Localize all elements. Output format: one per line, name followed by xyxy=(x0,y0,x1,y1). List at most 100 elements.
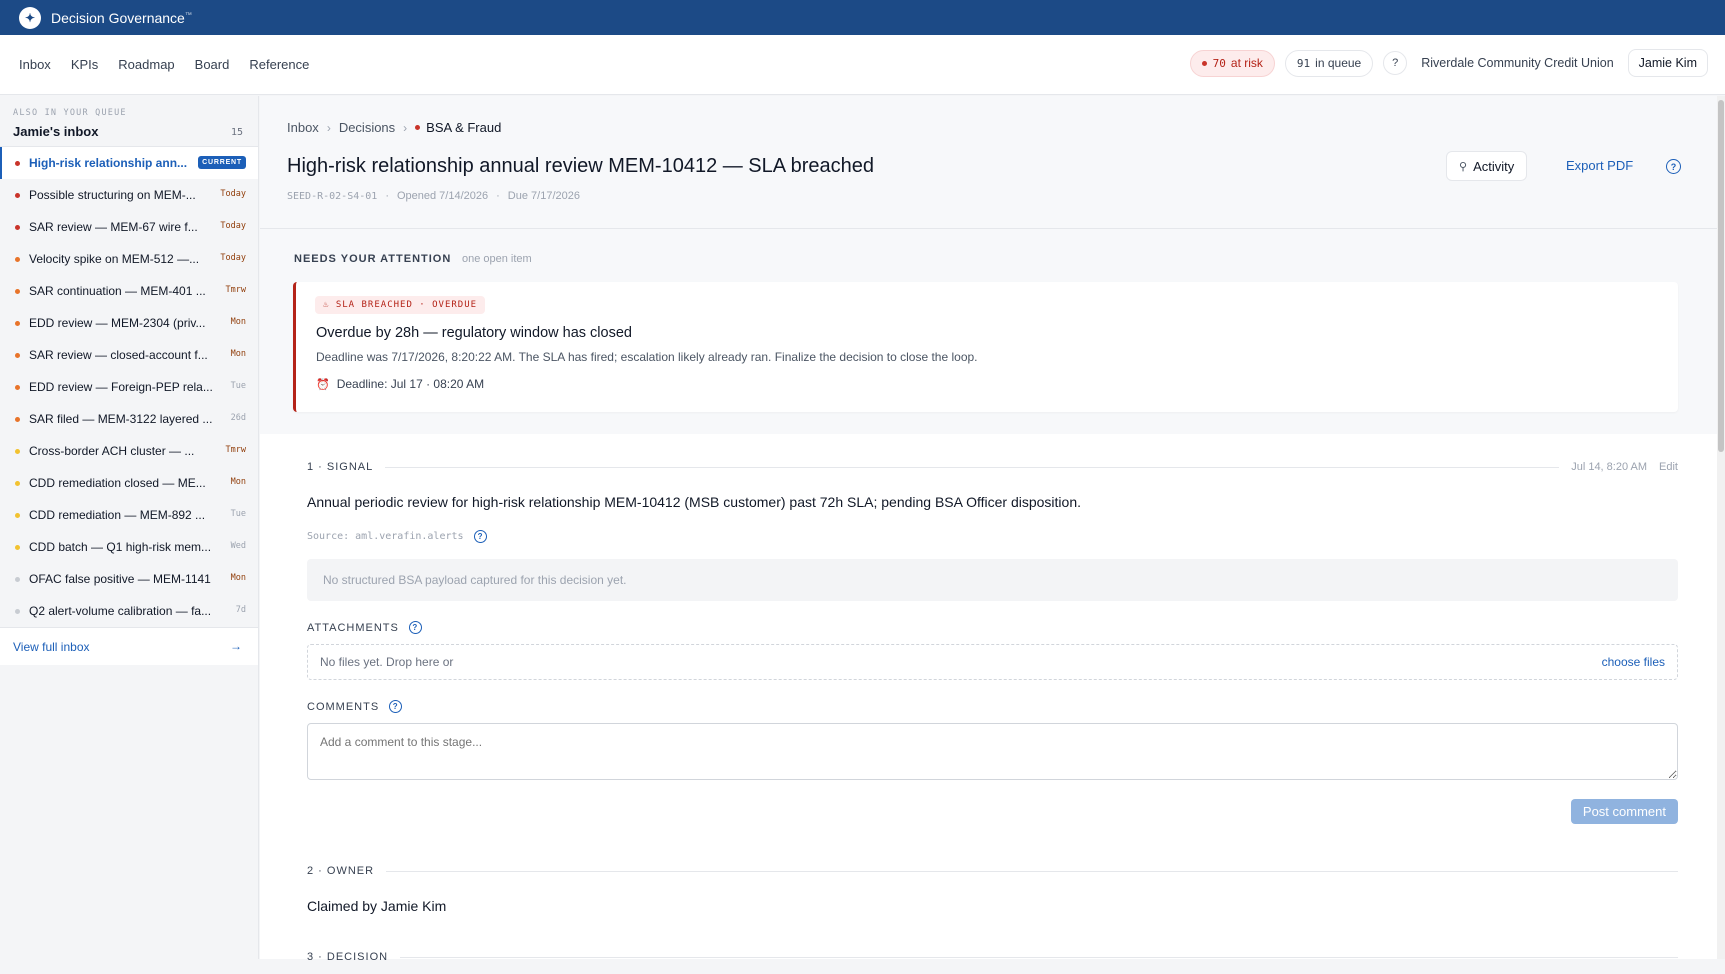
sidebar-queue-item[interactable]: SAR filed — MEM-3122 layered ... 26d xyxy=(0,403,258,435)
sidebar-item-label: High-risk relationship ann... xyxy=(29,156,188,170)
org-name[interactable]: Riverdale Community Credit Union xyxy=(1421,56,1613,70)
priority-dot-icon xyxy=(15,353,20,358)
priority-dot-icon xyxy=(15,193,20,198)
comment-input[interactable] xyxy=(307,723,1678,780)
sidebar-queue-item[interactable]: SAR review — closed-account f... Mon xyxy=(0,339,258,371)
nav-link-roadmap[interactable]: Roadmap xyxy=(118,57,174,72)
priority-dot-icon xyxy=(15,513,20,518)
activity-icon: ⚲ xyxy=(1459,160,1468,173)
risk-count: 70 xyxy=(1212,56,1226,70)
main-panel: Inbox › Decisions › BSA & Fraud High-ris… xyxy=(260,96,1725,963)
due-label: Mon xyxy=(230,349,246,359)
priority-dot-icon xyxy=(15,545,20,550)
signal-timestamp: Jul 14, 8:20 AM xyxy=(1571,461,1648,473)
sidebar-queue-item[interactable]: Cross-border ACH cluster — ... Tmrw xyxy=(0,435,258,467)
nav-link-inbox[interactable]: Inbox xyxy=(19,57,51,72)
signal-edit-button[interactable]: Edit xyxy=(1659,461,1678,473)
help-circle-icon[interactable]: ? xyxy=(1666,159,1681,174)
divider xyxy=(386,870,1678,872)
sidebar-queue-item[interactable]: EDD review — MEM-2304 (priv... Mon xyxy=(0,307,258,339)
meta-separator: · xyxy=(496,190,500,202)
comments-heading: COMMENTS ? xyxy=(307,700,1678,713)
sidebar-queue-item[interactable]: EDD review — Foreign-PEP rela... Tue xyxy=(0,371,258,403)
sla-breached-badge: ♨ SLA BREACHED · OVERDUE xyxy=(315,296,486,314)
signal-stage-label: 1 · SIGNAL xyxy=(307,461,374,473)
due-label: Mon xyxy=(230,317,246,327)
app-title[interactable]: Decision Governance™ xyxy=(51,10,192,26)
queue-pill[interactable]: 91 in queue xyxy=(1284,49,1374,77)
at-risk-pill[interactable]: 70 at risk xyxy=(1189,49,1275,77)
priority-dot-icon xyxy=(15,481,20,486)
due-label: Wed xyxy=(230,541,246,551)
dropzone-text: No files yet. Drop here or xyxy=(320,655,454,669)
sidebar-item-label: SAR filed — MEM-3122 layered ... xyxy=(29,412,213,426)
sidebar-item-label: Possible structuring on MEM-... xyxy=(29,188,196,202)
sidebar-queue-item[interactable]: SAR continuation — MEM-401 ... Tmrw xyxy=(0,275,258,307)
compass-icon[interactable]: ✦ xyxy=(19,6,41,29)
attachments-dropzone[interactable]: No files yet. Drop here or choose files xyxy=(307,644,1678,680)
activity-button[interactable]: ⚲ Activity xyxy=(1446,151,1528,181)
sidebar-queue-item[interactable]: Possible structuring on MEM-... Today xyxy=(0,179,258,211)
breadcrumb-separator: › xyxy=(326,120,331,135)
post-comment-button[interactable]: Post comment xyxy=(1570,799,1678,824)
nav-link-board[interactable]: Board xyxy=(195,57,230,72)
sidebar-queue-item[interactable]: CDD remediation — MEM-892 ... Tue xyxy=(0,499,258,531)
opened-date: Opened 7/14/2026 xyxy=(396,190,489,202)
view-full-inbox-link[interactable]: View full inbox → xyxy=(0,627,258,665)
sidebar-list: High-risk relationship ann... CURRENT Poss… xyxy=(0,146,258,627)
owner-text: Claimed by Jamie Kim xyxy=(307,898,447,914)
due-label: Tmrw xyxy=(225,445,246,455)
decision-code: SEED-R-02-S4-01 xyxy=(287,190,378,202)
due-label: Today xyxy=(220,189,246,199)
flame-icon: ♨ xyxy=(323,300,330,310)
risk-label: at risk xyxy=(1230,56,1263,70)
nav-link-reference[interactable]: Reference xyxy=(249,57,309,72)
due-label: Tue xyxy=(230,509,246,519)
sidebar-item-label: Q2 alert-volume calibration — fa... xyxy=(29,604,212,618)
due-label: Today xyxy=(220,221,246,231)
help-circle-icon[interactable]: ? xyxy=(408,621,422,634)
help-button[interactable]: ? xyxy=(1383,51,1408,75)
export-pdf-button[interactable]: Export PDF xyxy=(1566,158,1633,173)
breadcrumb-decisions[interactable]: Decisions xyxy=(339,120,395,135)
sidebar-queue-item[interactable]: OFAC false positive — MEM-1141 Mon xyxy=(0,563,258,595)
divider xyxy=(385,466,1560,468)
nav-right: 70 at risk 91 in queue ? Riverdale Commu… xyxy=(1189,49,1708,77)
priority-dot-icon xyxy=(15,161,20,166)
help-circle-icon[interactable]: ? xyxy=(389,700,403,713)
comments-label: COMMENTS xyxy=(307,700,380,713)
user-menu-button[interactable]: Jamie Kim xyxy=(1627,49,1708,77)
activity-label: Activity xyxy=(1473,158,1515,174)
help-circle-icon[interactable]: ? xyxy=(473,530,487,543)
signal-stage: 1 · SIGNAL Jul 14, 8:20 AM Edit Annual p… xyxy=(260,450,1725,974)
owner-stage-header: 2 · OWNER xyxy=(307,854,1678,888)
sidebar-queue-item[interactable]: CDD remediation closed — ME... Mon xyxy=(0,467,258,499)
sidebar-queue-item[interactable]: Q2 alert-volume calibration — fa... 7d xyxy=(0,595,258,627)
alert-deadline: ⏰ Deadline: Jul 17 · 08:20 AM xyxy=(316,377,484,391)
nav-link-kpis[interactable]: KPIs xyxy=(71,57,98,72)
breadcrumb-category[interactable]: BSA & Fraud xyxy=(426,120,501,135)
priority-dot-icon xyxy=(15,225,20,230)
page-scrollbar[interactable] xyxy=(1717,96,1725,959)
breadcrumb-inbox[interactable]: Inbox xyxy=(287,120,319,135)
decision-stage-header: 3 · DECISION xyxy=(307,940,1678,974)
priority-dot-icon xyxy=(15,417,20,422)
choose-files-button[interactable]: choose files xyxy=(1602,655,1665,669)
sidebar-queue-item[interactable]: SAR review — MEM-67 wire f... Today xyxy=(0,211,258,243)
owner-stage-label: 2 · OWNER xyxy=(307,865,375,877)
risk-dot-icon xyxy=(1201,60,1207,66)
sidebar-item-label: CDD batch — Q1 high-risk mem... xyxy=(29,540,212,554)
sidebar-queue-item[interactable]: High-risk relationship ann... CURRENT xyxy=(0,147,258,179)
deadline-text: Deadline: Jul 17 · 08:20 AM xyxy=(336,377,485,391)
due-label: Mon xyxy=(230,573,246,583)
sidebar-count: 15 xyxy=(230,127,243,138)
sidebar-queue-item[interactable]: Velocity spike on MEM-512 —... Today xyxy=(0,243,258,275)
decision-header: Inbox › Decisions › BSA & Fraud High-ris… xyxy=(260,96,1725,229)
payload-empty-state: No structured BSA payload captured for t… xyxy=(307,559,1678,601)
app-topbar: ✦ Decision Governance™ xyxy=(0,0,1725,35)
sidebar-queue-item[interactable]: CDD batch — Q1 high-risk mem... Wed xyxy=(0,531,258,563)
divider xyxy=(400,956,1678,958)
scrollbar-thumb[interactable] xyxy=(1718,100,1724,452)
breadcrumb-separator: › xyxy=(403,120,408,135)
sidebar-item-label: EDD review — MEM-2304 (priv... xyxy=(29,316,206,330)
